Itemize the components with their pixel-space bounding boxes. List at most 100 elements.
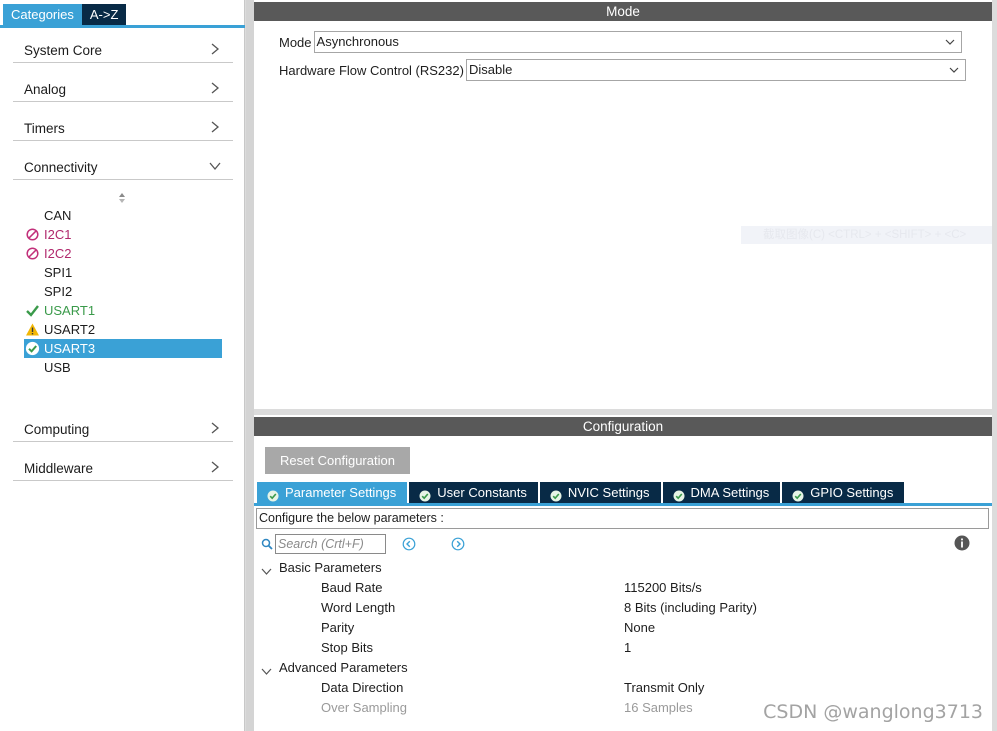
param-value: 1 <box>624 640 632 655</box>
peripheral-i2c2[interactable]: I2C2 <box>24 244 222 263</box>
mode-select[interactable]: Asynchronous <box>313 31 962 53</box>
chevron-down-icon <box>209 160 221 172</box>
flow-control-row: Hardware Flow Control (RS232) Disable <box>279 59 966 81</box>
search-input[interactable] <box>275 534 386 554</box>
category-label: System Core <box>24 43 103 58</box>
tab-label: Parameter Settings <box>285 485 397 500</box>
search-bar <box>261 534 987 554</box>
tab-label: GPIO Settings <box>810 485 894 500</box>
tab-dma-settings[interactable]: DMA Settings <box>662 482 781 504</box>
param-name: Over Sampling <box>321 700 407 715</box>
panel-splitter[interactable] <box>246 0 254 731</box>
chevron-right-icon <box>209 82 221 94</box>
check-circle-icon <box>550 487 562 502</box>
param-value: Transmit Only <box>624 680 705 695</box>
peripheral-usb[interactable]: USB <box>24 358 222 377</box>
param-value: 115200 Bits/s <box>624 580 702 595</box>
tab-label: DMA Settings <box>690 485 770 500</box>
screen-capture-hint: 截取图像(C) <CTRL> + <SHIFT> + <C> <box>741 226 992 244</box>
warning-icon <box>25 322 40 337</box>
tab-underline <box>0 25 245 28</box>
category-system-core[interactable]: System Core <box>13 37 233 63</box>
chevron-right-icon <box>209 43 221 55</box>
previous-match-icon[interactable] <box>402 537 416 551</box>
peripheral-usart1[interactable]: USART1 <box>24 301 222 320</box>
chevron-down-icon <box>261 663 272 675</box>
check-circle-icon <box>267 487 279 502</box>
category-computing[interactable]: Computing <box>13 416 233 442</box>
tab-user-constants[interactable]: User Constants <box>409 482 538 504</box>
peripheral-usart2[interactable]: USART2 <box>24 320 222 339</box>
peripheral-can[interactable]: CAN <box>24 206 222 225</box>
group-label: Advanced Parameters <box>279 660 408 675</box>
categories-panel: Categories A->Z System Core Analog Timer… <box>0 0 245 731</box>
param-row-data-direction[interactable]: Data Direction Transmit Only <box>254 678 992 698</box>
mode-header: Mode <box>254 2 992 21</box>
peripheral-label: USART2 <box>44 322 96 337</box>
tab-nvic-settings[interactable]: NVIC Settings <box>539 482 661 504</box>
next-match-icon[interactable] <box>451 537 465 551</box>
disabled-icon <box>25 246 40 261</box>
watermark: CSDN @wanglong3713 <box>763 701 983 723</box>
left-tab-bar: Categories A->Z <box>3 4 127 26</box>
param-value: 8 Bits (including Parity) <box>624 600 757 615</box>
check-circle-icon <box>792 487 804 502</box>
reset-configuration-button[interactable]: Reset Configuration <box>265 447 410 474</box>
group-label: Basic Parameters <box>279 560 382 575</box>
info-icon[interactable] <box>954 535 970 551</box>
peripheral-label: USART1 <box>44 303 96 318</box>
param-row-stop-bits[interactable]: Stop Bits 1 <box>254 638 992 658</box>
param-value: None <box>624 620 656 635</box>
chevron-right-icon <box>209 121 221 133</box>
category-label: Middleware <box>24 461 94 476</box>
category-analog[interactable]: Analog <box>13 76 233 102</box>
peripheral-spi1[interactable]: SPI1 <box>24 263 222 282</box>
tab-a-to-z[interactable]: A->Z <box>81 4 127 25</box>
sort-icon[interactable] <box>117 191 127 205</box>
param-row-baud-rate[interactable]: Baud Rate 115200 Bits/s <box>254 578 992 598</box>
param-name: Baud Rate <box>321 580 383 595</box>
peripheral-label: CAN <box>44 208 72 223</box>
check-icon <box>25 303 40 318</box>
mode-label: Mode <box>279 34 312 50</box>
chevron-right-icon <box>209 422 221 434</box>
tab-gpio-settings[interactable]: GPIO Settings <box>782 482 905 504</box>
peripheral-label: I2C2 <box>44 246 72 261</box>
check-circle-icon <box>673 487 685 502</box>
configuration-panel: Configuration Reset Configuration Parame… <box>254 415 992 731</box>
check-circle-icon <box>25 341 40 356</box>
configuration-description: Configure the below parameters : <box>256 508 989 529</box>
peripheral-label: USART3 <box>44 341 96 356</box>
tab-categories[interactable]: Categories <box>3 4 82 25</box>
chevron-down-icon <box>945 37 955 47</box>
chevron-down-icon <box>261 563 272 575</box>
configuration-tab-bar: Parameter Settings User Constants NVIC S… <box>257 482 906 504</box>
param-name: Parity <box>321 620 355 635</box>
flow-control-select[interactable]: Disable <box>465 59 966 81</box>
param-name: Word Length <box>321 600 396 615</box>
peripheral-i2c1[interactable]: I2C1 <box>24 225 222 244</box>
param-value: 16 Samples <box>624 700 693 715</box>
disabled-icon <box>25 227 40 242</box>
mode-value: Asynchronous <box>316 34 399 49</box>
category-timers[interactable]: Timers <box>13 115 233 141</box>
chevron-down-icon <box>949 65 959 75</box>
param-name: Data Direction <box>321 680 404 695</box>
flow-control-value: Disable <box>468 62 513 77</box>
mode-panel: Mode Mode Asynchronous Hardware Flow Con… <box>254 0 992 409</box>
category-label: Timers <box>24 121 65 136</box>
param-row-word-length[interactable]: Word Length 8 Bits (including Parity) <box>254 598 992 618</box>
tab-label: NVIC Settings <box>567 485 650 500</box>
peripheral-usart3[interactable]: USART3 <box>24 339 222 358</box>
category-middleware[interactable]: Middleware <box>13 455 233 481</box>
peripheral-label: I2C1 <box>44 227 72 242</box>
tab-underline <box>254 503 992 506</box>
category-label: Connectivity <box>24 160 98 175</box>
param-row-parity[interactable]: Parity None <box>254 618 992 638</box>
peripheral-label: SPI1 <box>44 265 73 280</box>
category-connectivity[interactable]: Connectivity <box>13 154 233 180</box>
peripheral-spi2[interactable]: SPI2 <box>24 282 222 301</box>
chevron-right-icon <box>209 461 221 473</box>
tab-parameter-settings[interactable]: Parameter Settings <box>257 482 408 504</box>
check-circle-icon <box>419 487 431 502</box>
